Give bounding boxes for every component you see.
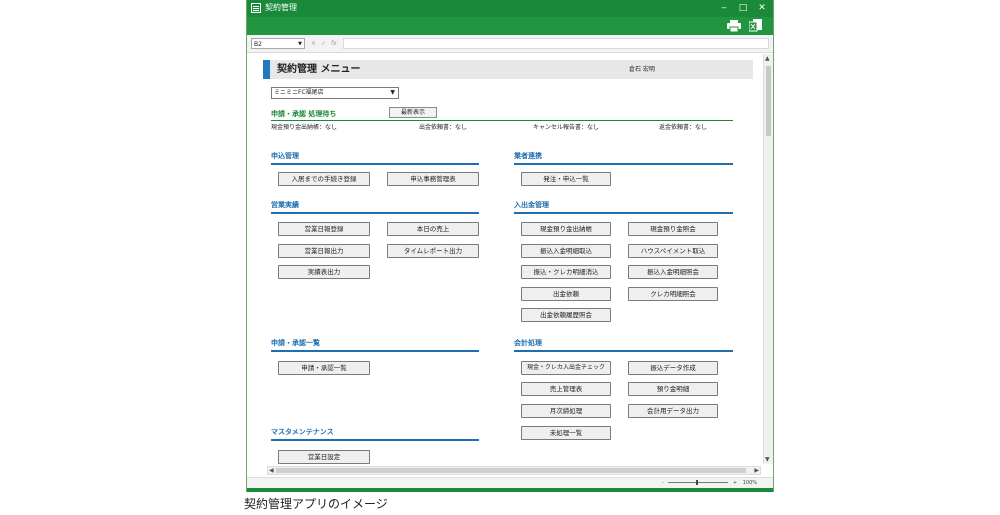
pending-item: キャンセル報告書：なし (533, 124, 600, 131)
excel-export-icon[interactable] (747, 17, 765, 35)
withdrawal-request-button[interactable]: 出金依頼 (521, 287, 611, 301)
application-register-button[interactable]: 入居までの手続き登録 (278, 172, 370, 186)
window-title: 契約管理 (265, 3, 297, 12)
maximize-button[interactable]: □ (736, 2, 750, 14)
close-button[interactable]: ✕ (755, 2, 769, 14)
order-list-button[interactable]: 発注・申込一覧 (521, 172, 611, 186)
sales-table-button[interactable]: 売上管理表 (521, 382, 611, 396)
business-day-settings-button[interactable]: 営業日設定 (278, 450, 370, 464)
user-name: 倉石 宏明 (629, 66, 655, 73)
zoom-slider[interactable] (668, 480, 729, 485)
deposit-detail-button[interactable]: 預り金明細 (628, 382, 718, 396)
unprocessed-list-button[interactable]: 未処理一覧 (521, 426, 611, 440)
daily-report-output-button[interactable]: 営業日報出力 (278, 244, 370, 258)
card-inquiry-button[interactable]: クレカ明細照会 (628, 287, 718, 301)
transfer-data-button[interactable]: 振込データ作成 (628, 361, 718, 375)
cash-ledger-button[interactable]: 現金預り金出納帳 (521, 222, 611, 236)
pending-item: 現金預り金出納帳：なし (271, 124, 338, 131)
page-title: 契約管理 メニュー (277, 64, 361, 75)
print-icon[interactable] (725, 17, 743, 35)
section-title-approval: 申請・承認一覧 (271, 339, 320, 347)
section-title-application: 申込管理 (271, 152, 299, 160)
pending-item: 返金依頼書：なし (659, 124, 708, 131)
scroll-thumb[interactable] (766, 66, 771, 136)
section-title-master: マスタメンテナンス (271, 428, 334, 436)
enter-icon[interactable]: ✓ (321, 38, 326, 49)
toolbar (247, 17, 773, 35)
withdrawal-history-button[interactable]: 出金依頼履歴照会 (521, 308, 611, 322)
menu-header: 契約管理 メニュー 倉石 宏明 (263, 60, 753, 79)
transfer-inquiry-button[interactable]: 振込入金明細照会 (628, 265, 718, 279)
zoom-level: 100% (742, 480, 757, 486)
section-title-vendor: 業者連携 (514, 152, 542, 160)
section-divider (271, 439, 479, 441)
refresh-button[interactable]: 最新表示 (389, 107, 437, 118)
approval-list-button[interactable]: 申請・承認一覧 (278, 361, 370, 375)
section-title-sales: 営業実績 (271, 201, 299, 209)
section-divider (271, 212, 479, 214)
section-divider (271, 350, 479, 352)
pending-divider (271, 120, 733, 121)
scroll-left-icon[interactable]: ◀ (269, 467, 274, 475)
pending-item: 出金依頼書：なし (419, 124, 468, 131)
house-payment-import-button[interactable]: ハウスペイメント取込 (628, 244, 718, 258)
section-divider (271, 163, 479, 165)
chevron-down-icon: ▼ (298, 41, 302, 47)
minimize-button[interactable]: ‒ (717, 2, 731, 14)
app-icon (251, 3, 261, 13)
cell-reference: B2 (254, 41, 262, 48)
shop-select-value: ミニミニFC福尾店 (274, 89, 324, 96)
chevron-down-icon: ▼ (390, 89, 395, 96)
section-divider (514, 212, 733, 214)
section-divider (514, 163, 733, 165)
section-title-accounting: 会計処理 (514, 339, 542, 347)
window-bottom-border (247, 488, 773, 492)
time-report-output-button[interactable]: タイムレポート出力 (387, 244, 479, 258)
vertical-scrollbar[interactable]: ▲ ▼ (763, 54, 773, 464)
scroll-right-icon[interactable]: ▶ (754, 467, 759, 475)
formula-input[interactable] (343, 38, 769, 49)
pending-title: 申請・承認 処理待ち (271, 110, 337, 118)
transfer-import-button[interactable]: 振込入金明細取込 (521, 244, 611, 258)
daily-report-register-button[interactable]: 営業日報登録 (278, 222, 370, 236)
today-sales-button[interactable]: 本日の売上 (387, 222, 479, 236)
transfer-card-reconcile-button[interactable]: 振込・クレカ明細消込 (521, 265, 611, 279)
results-table-output-button[interactable]: 実績表出力 (278, 265, 370, 279)
scroll-up-icon[interactable]: ▲ (765, 55, 770, 62)
accounting-data-output-button[interactable]: 会計用データ出力 (628, 404, 718, 418)
monthly-close-button[interactable]: 月次締処理 (521, 404, 611, 418)
cash-card-check-button[interactable]: 現金・クレカ入出金チェック (521, 361, 611, 375)
app-window: 契約管理 ‒ □ ✕ B2 ▼ × ✓ fx 契約管理 メニュー 倉石 宏明 ミ… (246, 0, 774, 492)
section-divider (514, 350, 733, 352)
menu-sheet: 契約管理 メニュー 倉石 宏明 ミニミニFC福尾店 ▼ 申請・承認 処理待ち 最… (253, 54, 761, 464)
application-office-table-button[interactable]: 申込事務管理表 (387, 172, 479, 186)
scroll-thumb[interactable] (276, 468, 746, 473)
image-caption: 契約管理アプリのイメージ (244, 497, 388, 511)
horizontal-scrollbar[interactable]: ◀ ▶ (267, 466, 761, 475)
zoom-in-button[interactable]: + (733, 480, 737, 486)
cash-inquiry-button[interactable]: 現金預り金照会 (628, 222, 718, 236)
cancel-icon[interactable]: × (311, 38, 316, 49)
section-title-cashflow: 入出金管理 (514, 201, 549, 209)
title-bar: 契約管理 ‒ □ ✕ (247, 0, 773, 17)
formula-bar: B2 ▼ × ✓ fx (247, 35, 773, 53)
status-bar: - + 100% (247, 477, 773, 488)
zoom-out-button[interactable]: - (662, 480, 664, 486)
cell-reference-box[interactable]: B2 ▼ (251, 38, 305, 49)
scroll-down-icon[interactable]: ▼ (765, 456, 770, 463)
shop-select[interactable]: ミニミニFC福尾店 ▼ (271, 87, 399, 99)
function-icon[interactable]: fx (331, 38, 337, 49)
zoom-control: - + 100% (662, 478, 757, 488)
header-accent (263, 60, 270, 79)
